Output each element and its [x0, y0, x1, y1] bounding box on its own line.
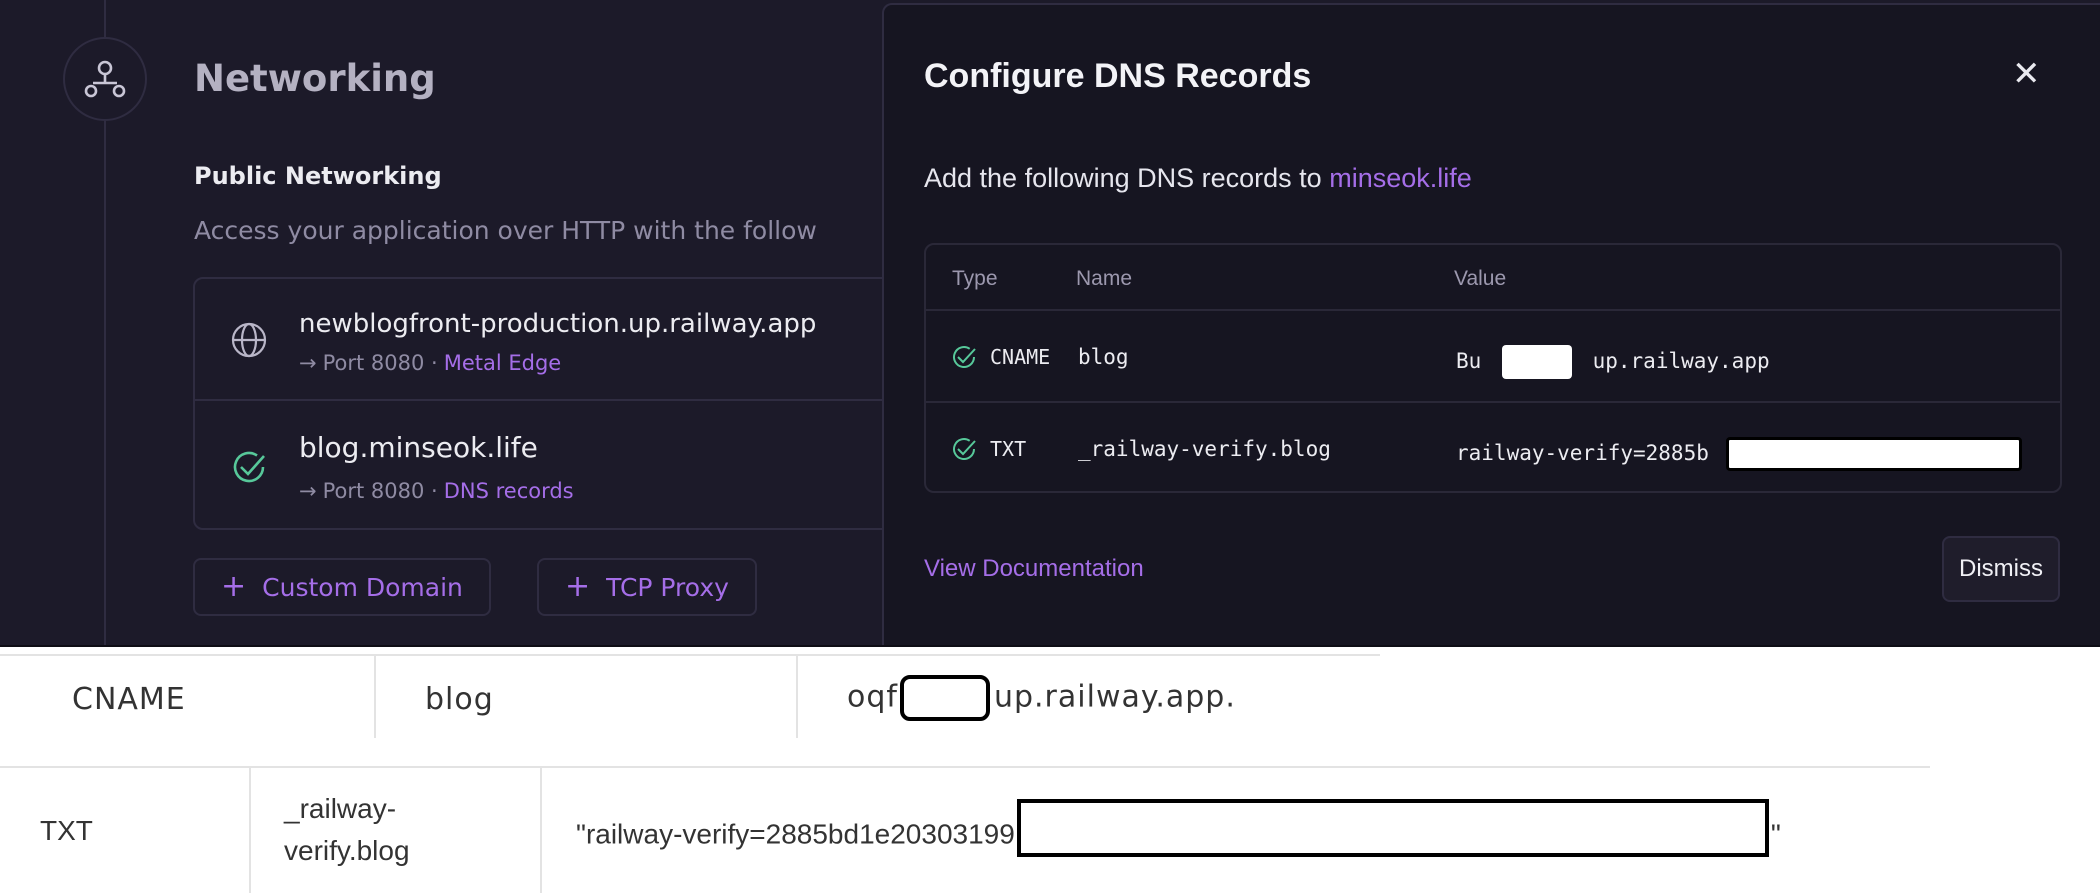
dns-records-table: Type Name Value CNAME blog Bu up.railway… [924, 243, 2062, 493]
record-type: CNAME [990, 345, 1051, 369]
check-circle-icon [953, 346, 976, 369]
metal-edge-link[interactable]: Metal Edge [444, 351, 562, 375]
networking-title: Networking [194, 57, 436, 100]
record-value[interactable]: Bu up.railway.app [1456, 345, 1770, 379]
divider [0, 766, 1930, 768]
divider [0, 654, 1380, 656]
domain-port: Port 8080 · [322, 479, 438, 503]
divider [540, 766, 542, 893]
dialog-title: Configure DNS Records [924, 57, 1312, 95]
provider-record-value: "railway-verify=2885bd1e20303199 " [576, 799, 1781, 857]
record-value-suffix: up.railway.app [1592, 349, 1770, 373]
networking-icon [63, 37, 147, 121]
arrow-right-icon: → [299, 479, 317, 503]
provider-value-suffix: up.railway.app. [993, 679, 1236, 715]
domain-port: Port 8080 · [322, 351, 438, 375]
provider-record-type: TXT [40, 815, 93, 846]
provider-record-name: blog [425, 682, 494, 717]
provider-record-type: CNAME [72, 682, 186, 717]
record-value-prefix: railway-verify=2885b [1456, 441, 1709, 465]
table-row: TXT _railway-verify.blog railway-verify=… [926, 405, 2060, 493]
table-row: CNAME blog Bu up.railway.app [926, 313, 2060, 403]
redaction-mask [1016, 799, 1769, 857]
redaction-mask [899, 675, 990, 721]
redaction-mask [1725, 437, 2022, 471]
public-networking-title: Public Networking [194, 162, 442, 190]
record-value[interactable]: railway-verify=2885b [1456, 437, 2022, 471]
configure-dns-dialog: Configure DNS Records ✕ Add the followin… [882, 3, 2100, 645]
record-name[interactable]: _railway-verify.blog [1078, 437, 1331, 461]
record-name[interactable]: blog [1078, 345, 1129, 369]
table-header: Type Name Value [926, 245, 2060, 311]
domain-row[interactable]: newblogfront-production.up.railway.app →… [195, 279, 911, 401]
custom-domain-label: Custom Domain [262, 572, 463, 602]
networking-panel: Networking Public Networking Access your… [0, 0, 2100, 647]
provider-value-prefix: "railway-verify=2885bd1e20303199 [576, 818, 1015, 850]
header-name: Name [1076, 267, 1133, 290]
domain-row[interactable]: blog.minseok.life → Port 8080 · DNS reco… [195, 403, 911, 530]
dialog-subtitle-text: Add the following DNS records to [924, 163, 1330, 193]
check-circle-icon [233, 451, 265, 483]
globe-icon [231, 322, 267, 358]
tcp-proxy-button[interactable]: + TCP Proxy [537, 558, 757, 616]
record-type: TXT [990, 437, 1027, 461]
divider [374, 654, 376, 738]
plus-icon: + [565, 569, 591, 604]
provider-record-name-line1: _railway- [284, 793, 397, 824]
dialog-subtitle: Add the following DNS records to minseok… [924, 163, 1472, 194]
domain-name[interactable]: blog.minseok.life [299, 431, 538, 464]
arrow-right-icon: → [299, 351, 317, 375]
provider-record-name-line2: verify.blog [284, 835, 410, 866]
provider-value-suffix: " [1770, 818, 1781, 850]
view-documentation-link[interactable]: View Documentation [924, 555, 1144, 583]
domain-name[interactable]: newblogfront-production.up.railway.app [299, 309, 816, 339]
dialog-domain-link[interactable]: minseok.life [1329, 163, 1472, 193]
close-icon[interactable]: ✕ [2012, 57, 2041, 91]
header-value: Value [1454, 267, 1507, 290]
domain-port-info: → Port 8080 · DNS records [299, 479, 574, 503]
tcp-proxy-label: TCP Proxy [606, 572, 729, 602]
record-value-prefix: Bu [1456, 349, 1482, 373]
dns-records-link[interactable]: DNS records [444, 479, 574, 503]
domain-list: newblogfront-production.up.railway.app →… [193, 277, 913, 530]
provider-record-value: oqf up.railway.app. [847, 675, 1236, 721]
custom-domain-button[interactable]: + Custom Domain [193, 558, 491, 616]
domain-port-info: → Port 8080 · Metal Edge [299, 351, 561, 375]
header-type: Type [952, 267, 998, 290]
provider-dns-records: CNAME blog oqf up.railway.app. TXT _railw… [0, 649, 2100, 893]
plus-icon: + [221, 569, 247, 604]
redaction-mask [1501, 345, 1572, 379]
public-networking-description: Access your application over HTTP with t… [194, 216, 817, 245]
dismiss-button[interactable]: Dismiss [1942, 536, 2060, 602]
divider [249, 766, 251, 893]
check-circle-icon [953, 438, 976, 461]
provider-value-prefix: oqf [847, 679, 898, 715]
divider [796, 654, 798, 738]
